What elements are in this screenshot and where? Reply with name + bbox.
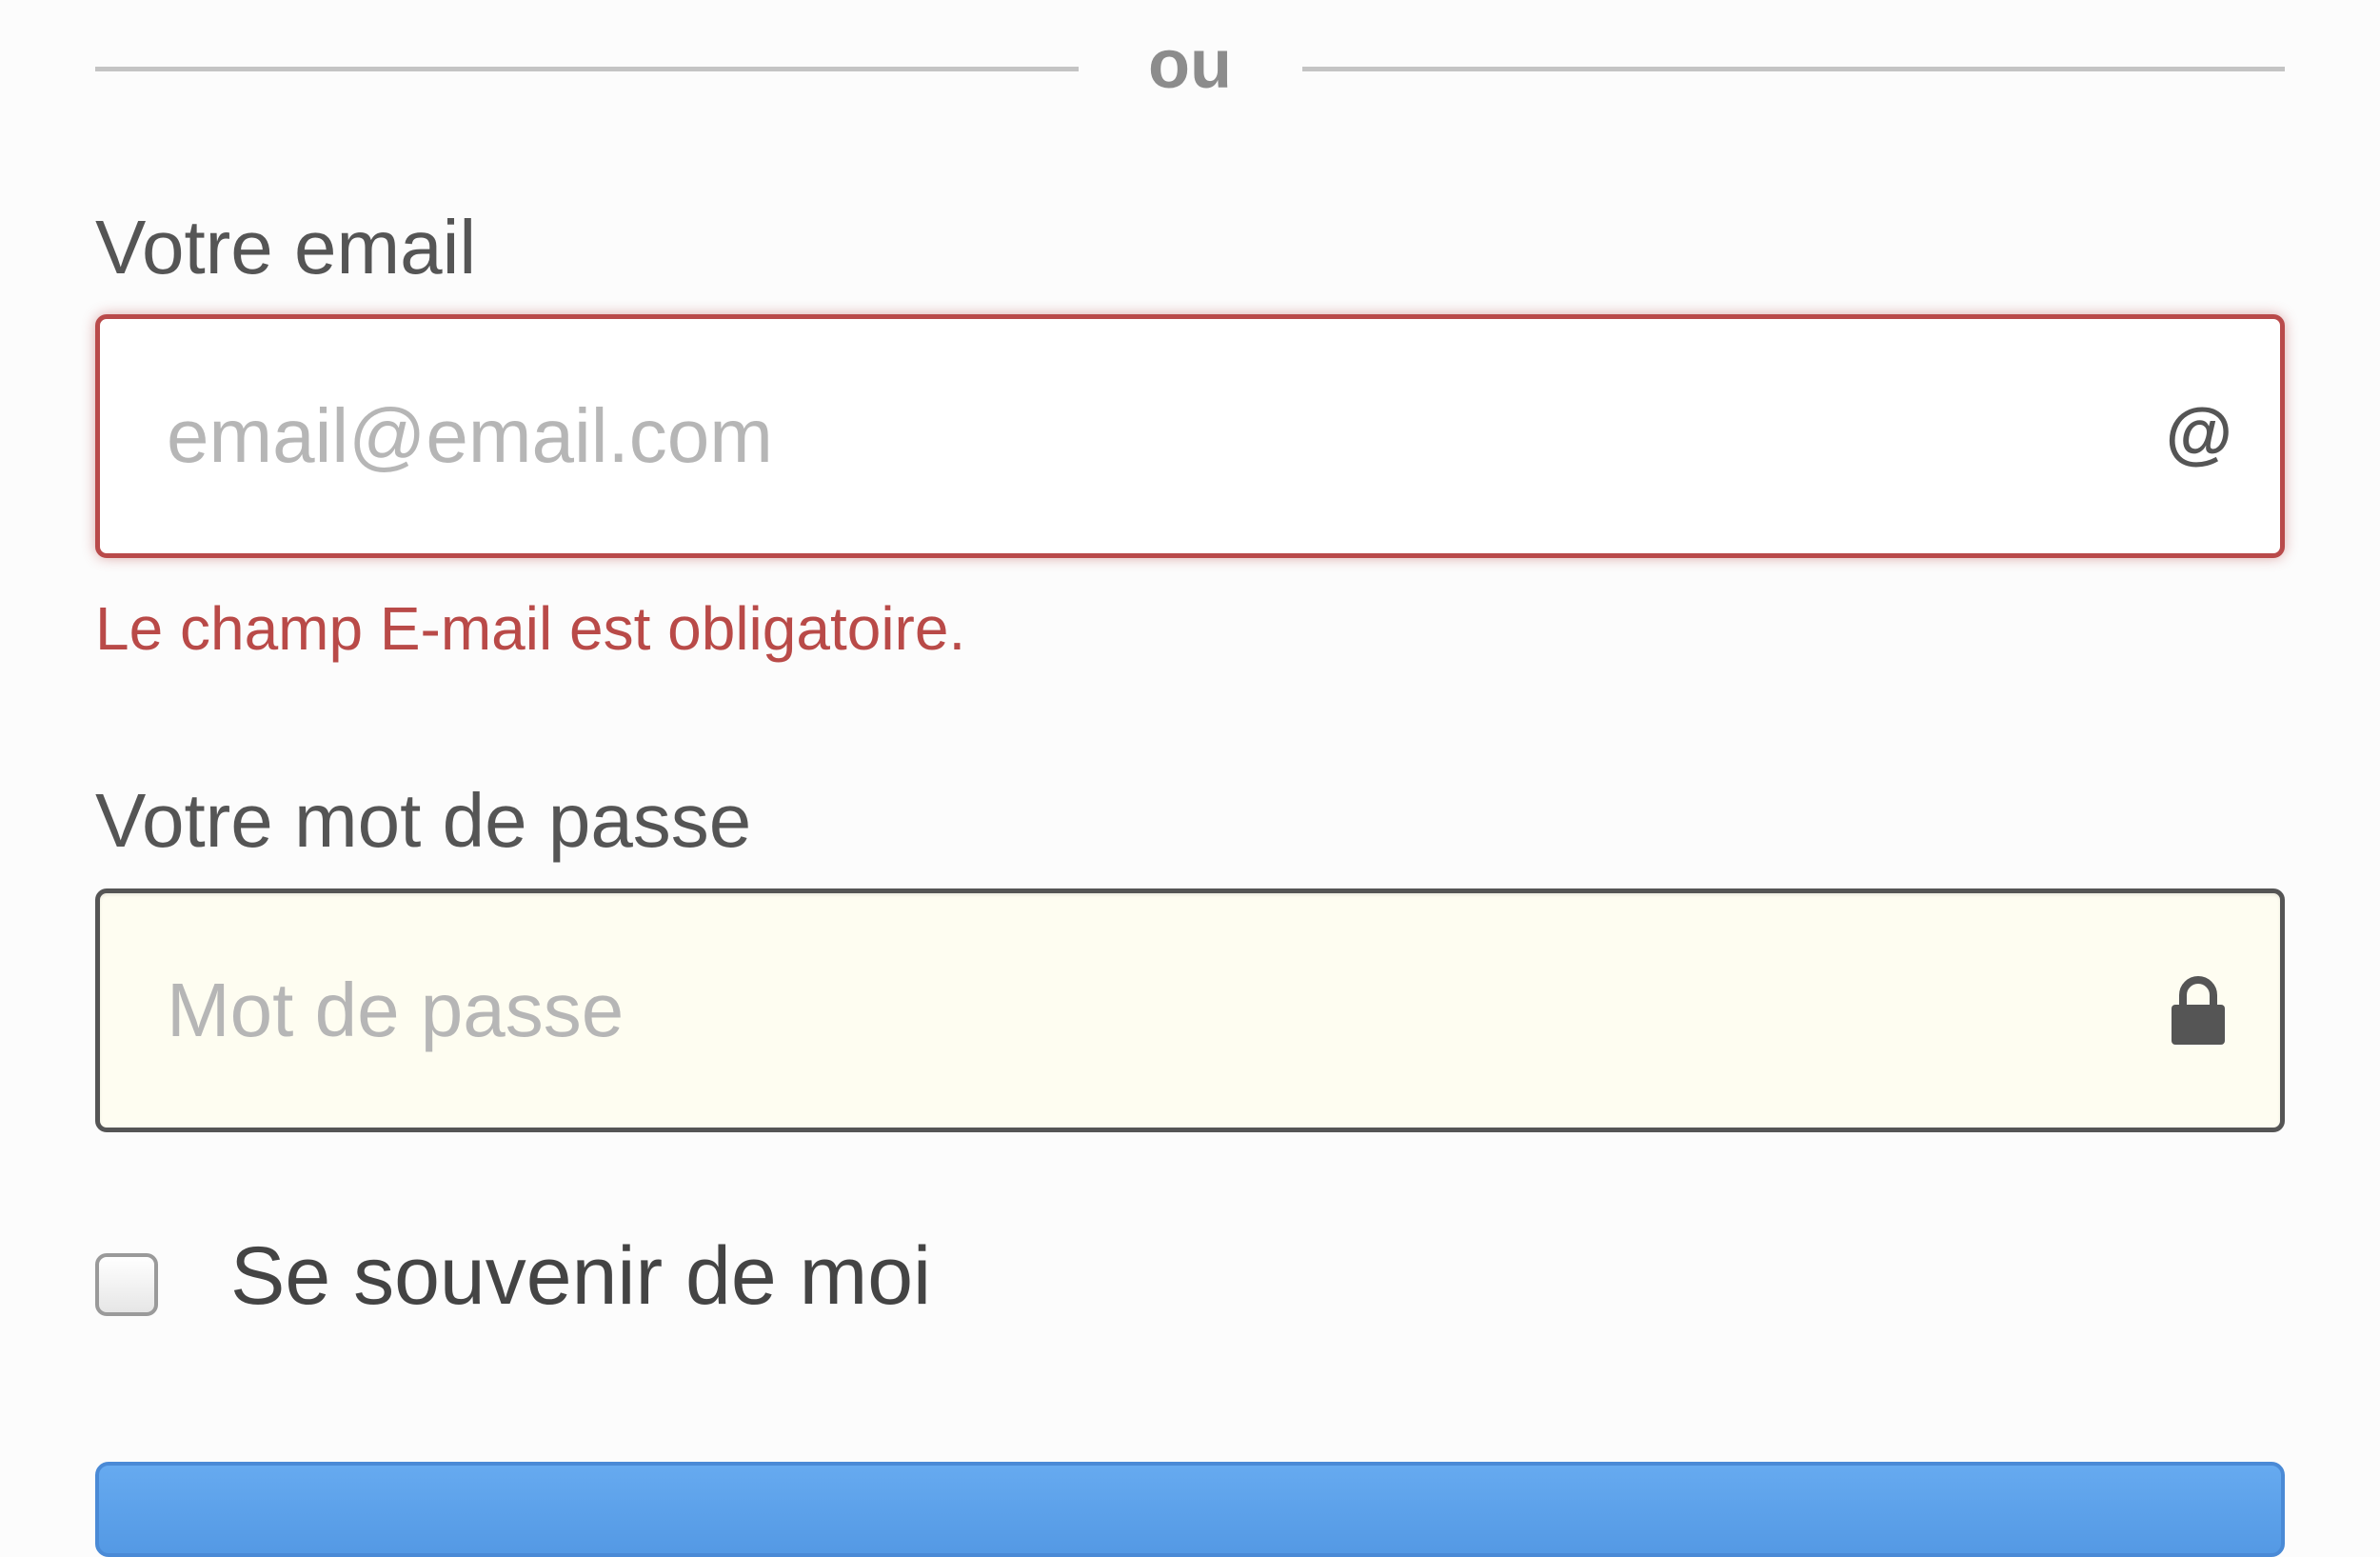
email-field-container[interactable]: @: [95, 314, 2285, 558]
divider-line-right: [1302, 67, 2285, 71]
email-field[interactable]: [167, 319, 2128, 553]
submit-button[interactable]: [95, 1462, 2285, 1557]
email-error-message: Le champ E-mail est obligatoire.: [95, 594, 966, 663]
email-label: Votre email: [95, 205, 477, 289]
remember-me-row[interactable]: Se souvenir de moi: [95, 1228, 931, 1324]
password-label: Votre mot de passe: [95, 778, 752, 863]
divider-text: ou: [1148, 27, 1232, 103]
password-field[interactable]: [167, 893, 2128, 1128]
lock-icon: [2172, 976, 2225, 1045]
password-field-container[interactable]: [95, 888, 2285, 1132]
or-divider: ou: [95, 29, 2285, 114]
remember-me-checkbox[interactable]: [95, 1253, 158, 1316]
divider-line-left: [95, 67, 1079, 71]
at-icon: @: [2165, 395, 2232, 472]
remember-me-label[interactable]: Se souvenir de moi: [230, 1235, 931, 1317]
login-form: ou Votre email @ Le champ E-mail est obl…: [0, 0, 2380, 1557]
